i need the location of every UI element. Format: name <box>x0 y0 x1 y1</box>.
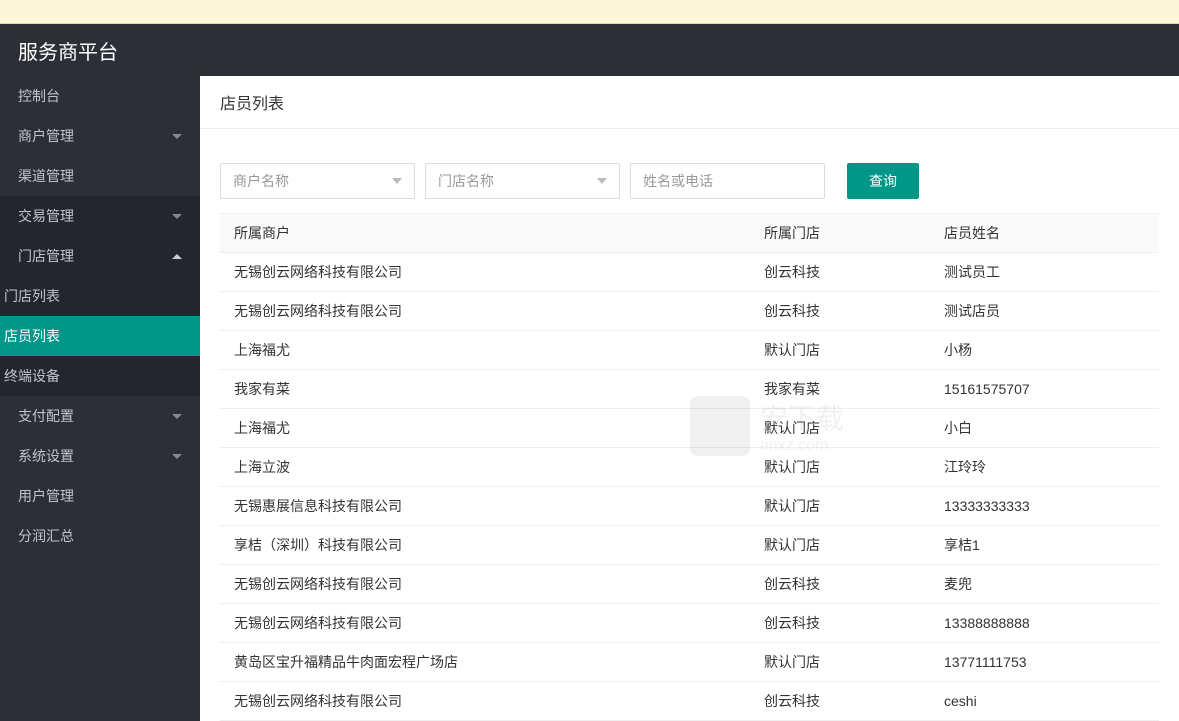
sidebar-label: 支付配置 <box>18 406 74 426</box>
table-cell: 13333333333 <box>930 487 1159 526</box>
table-cell: 黄岛区宝升福精品牛肉面宏程广场店 <box>220 643 750 682</box>
sidebar-label: 门店管理 <box>18 246 74 266</box>
sidebar-item-payment[interactable]: 支付配置 <box>0 396 200 436</box>
table-row[interactable]: 上海福尤默认门店小白 <box>220 409 1159 448</box>
chevron-down-icon <box>172 214 182 219</box>
chevron-down-icon <box>172 454 182 459</box>
sidebar-item-console[interactable]: 控制台 <box>0 76 200 116</box>
table-cell: 小白 <box>930 409 1159 448</box>
table-cell: 13771111753 <box>930 643 1159 682</box>
select-placeholder: 商户名称 <box>233 171 289 191</box>
table-cell: 无锡创云网络科技有限公司 <box>220 292 750 331</box>
table-row[interactable]: 无锡创云网络科技有限公司创云科技麦兜 <box>220 565 1159 604</box>
merchant-select[interactable]: 商户名称 <box>220 163 415 199</box>
table-row[interactable]: 无锡创云网络科技有限公司创云科技13388888888 <box>220 604 1159 643</box>
table-cell: 麦兜 <box>930 565 1159 604</box>
table-cell: 创云科技 <box>750 292 930 331</box>
table-row[interactable]: 上海立波默认门店江玲玲 <box>220 448 1159 487</box>
table-row[interactable]: 上海福尤默认门店小杨 <box>220 331 1159 370</box>
sidebar-label: 控制台 <box>18 86 60 106</box>
table-cell: 默认门店 <box>750 409 930 448</box>
sidebar-label: 分润汇总 <box>18 526 74 546</box>
clerk-table: 所属商户 所属门店 店员姓名 无锡创云网络科技有限公司创云科技测试员工无锡创云网… <box>220 213 1159 721</box>
sidebar-item-store[interactable]: 门店管理 <box>0 236 200 276</box>
table-cell: 15161575707 <box>930 370 1159 409</box>
table-row[interactable]: 无锡创云网络科技有限公司创云科技测试员工 <box>220 253 1159 292</box>
th-merchant: 所属商户 <box>220 214 750 253</box>
table-row[interactable]: 无锡创云网络科技有限公司创云科技测试店员 <box>220 292 1159 331</box>
sidebar-subitem-store-list[interactable]: 门店列表 <box>0 276 200 316</box>
table-cell: 测试店员 <box>930 292 1159 331</box>
sidebar-item-system[interactable]: 系统设置 <box>0 436 200 476</box>
table-cell: 13388888888 <box>930 604 1159 643</box>
table-row[interactable]: 无锡惠展信息科技有限公司默认门店13333333333 <box>220 487 1159 526</box>
table-header-row: 所属商户 所属门店 店员姓名 <box>220 214 1159 253</box>
table-cell: 上海福尤 <box>220 331 750 370</box>
table-cell: 默认门店 <box>750 643 930 682</box>
top-notice-bar <box>0 0 1179 24</box>
store-select[interactable]: 门店名称 <box>425 163 620 199</box>
chevron-down-icon <box>172 414 182 419</box>
filter-bar: 商户名称 门店名称 查询 <box>200 145 1179 199</box>
sidebar-item-user[interactable]: 用户管理 <box>0 476 200 516</box>
table-cell: 我家有菜 <box>750 370 930 409</box>
chevron-up-icon <box>172 254 182 259</box>
table-cell: 测试员工 <box>930 253 1159 292</box>
chevron-down-icon <box>597 178 607 184</box>
sidebar-label: 交易管理 <box>18 206 74 226</box>
table-cell: 默认门店 <box>750 448 930 487</box>
table-row[interactable]: 享桔（深圳）科技有限公司默认门店享桔1 <box>220 526 1159 565</box>
sidebar-item-merchant[interactable]: 商户管理 <box>0 116 200 156</box>
table-cell: 默认门店 <box>750 487 930 526</box>
sidebar-label: 终端设备 <box>4 366 60 386</box>
table-cell: 上海立波 <box>220 448 750 487</box>
sidebar: 控制台 商户管理 渠道管理 交易管理 门店管理 门店列表 店员列表 终端设备 支… <box>0 76 200 721</box>
sidebar-label: 店员列表 <box>4 326 60 346</box>
chevron-down-icon <box>172 134 182 139</box>
app-title: 服务商平台 <box>18 36 118 65</box>
sidebar-item-channel[interactable]: 渠道管理 <box>0 156 200 196</box>
table-cell: 默认门店 <box>750 331 930 370</box>
sidebar-label: 渠道管理 <box>18 166 74 186</box>
sidebar-item-profit[interactable]: 分润汇总 <box>0 516 200 556</box>
table-cell: 无锡惠展信息科技有限公司 <box>220 487 750 526</box>
main-content: 店员列表 商户名称 门店名称 查询 所属商户 所属门店 店员姓名 <box>200 76 1179 721</box>
table-cell: 创云科技 <box>750 565 930 604</box>
app-header: 服务商平台 <box>0 24 1179 76</box>
table-cell: 无锡创云网络科技有限公司 <box>220 565 750 604</box>
search-button[interactable]: 查询 <box>847 163 919 199</box>
table-cell: 无锡创云网络科技有限公司 <box>220 682 750 721</box>
sidebar-label: 商户管理 <box>18 126 74 146</box>
page-title: 店员列表 <box>200 76 1179 129</box>
table-cell: 无锡创云网络科技有限公司 <box>220 253 750 292</box>
table-cell: 小杨 <box>930 331 1159 370</box>
chevron-down-icon <box>392 178 402 184</box>
sidebar-item-transaction[interactable]: 交易管理 <box>0 196 200 236</box>
table-row[interactable]: 无锡创云网络科技有限公司创云科技ceshi <box>220 682 1159 721</box>
table-cell: 享桔（深圳）科技有限公司 <box>220 526 750 565</box>
table-row[interactable]: 我家有菜我家有菜15161575707 <box>220 370 1159 409</box>
table-cell: 无锡创云网络科技有限公司 <box>220 604 750 643</box>
table-cell: 创云科技 <box>750 604 930 643</box>
select-placeholder: 门店名称 <box>438 171 494 191</box>
sidebar-label: 用户管理 <box>18 486 74 506</box>
table-cell: 创云科技 <box>750 253 930 292</box>
table-cell: 我家有菜 <box>220 370 750 409</box>
sidebar-label: 系统设置 <box>18 446 74 466</box>
th-name: 店员姓名 <box>930 214 1159 253</box>
table-cell: 创云科技 <box>750 682 930 721</box>
keyword-input[interactable] <box>630 163 825 199</box>
table-cell: 江玲玲 <box>930 448 1159 487</box>
sidebar-label: 门店列表 <box>4 286 60 306</box>
table-row[interactable]: 黄岛区宝升福精品牛肉面宏程广场店默认门店13771111753 <box>220 643 1159 682</box>
sidebar-subitem-terminal[interactable]: 终端设备 <box>0 356 200 396</box>
th-store: 所属门店 <box>750 214 930 253</box>
table-cell: 享桔1 <box>930 526 1159 565</box>
table-cell: ceshi <box>930 682 1159 721</box>
table-cell: 默认门店 <box>750 526 930 565</box>
sidebar-subitem-clerk-list[interactable]: 店员列表 <box>0 316 200 356</box>
table-cell: 上海福尤 <box>220 409 750 448</box>
